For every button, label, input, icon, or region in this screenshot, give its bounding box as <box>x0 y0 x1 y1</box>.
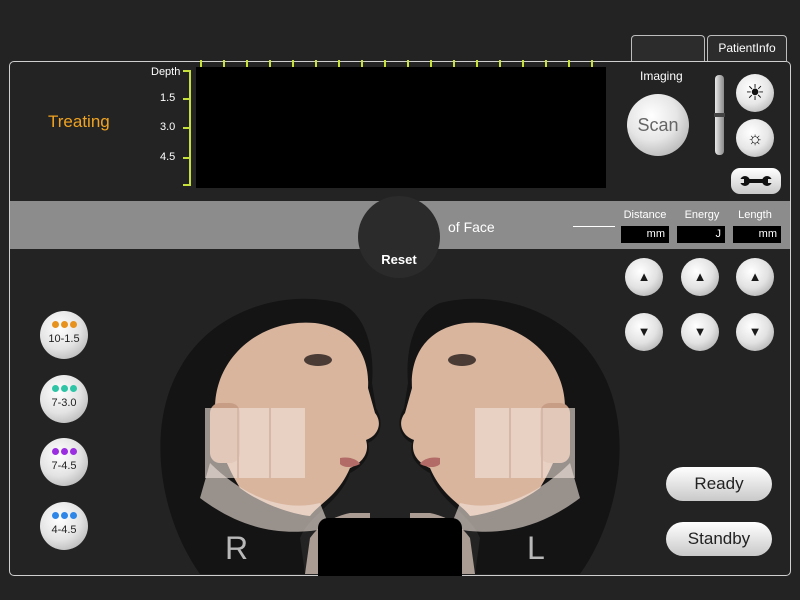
distance-field: mm <box>621 226 669 243</box>
preset-dots <box>40 448 88 457</box>
arrow-up-icon: ▲ <box>637 269 651 284</box>
reset-label: Reset <box>381 252 417 267</box>
band-divider <box>573 226 615 227</box>
imaging-label: Imaging <box>640 69 683 83</box>
brightness-down-button[interactable]: ☼ <box>736 119 774 157</box>
wrench-icon <box>739 176 773 186</box>
screen-ruler-tick <box>407 60 409 67</box>
depth-tick-label: 3.0 <box>160 121 176 133</box>
arrow-down-icon: ▼ <box>748 324 762 339</box>
screen-ruler-tick <box>476 60 478 67</box>
settings-button[interactable] <box>731 168 781 194</box>
preset-label: 10-1.5 <box>48 333 80 345</box>
screen-ruler-tick <box>292 60 294 67</box>
right-side-label: R <box>225 530 249 566</box>
screen-ruler-tick <box>246 60 248 67</box>
length-label: Length <box>738 209 772 221</box>
arrow-up-icon: ▲ <box>693 269 707 284</box>
preset-7-3.0-button[interactable]: 7-3.0 <box>40 375 88 423</box>
depth-scale-tick <box>183 70 191 72</box>
energy-up-button[interactable]: ▲ <box>681 258 719 296</box>
screen-ruler-tick <box>430 60 432 67</box>
preset-10-1.5-button[interactable]: 10-1.5 <box>40 311 88 359</box>
treating-status: Treating <box>48 112 110 131</box>
preset-label: 7-3.0 <box>51 397 77 409</box>
depth-scale-tick <box>183 184 191 186</box>
depth-scale-tick <box>183 157 191 159</box>
preset-dots <box>40 321 88 330</box>
ready-button[interactable]: Ready <box>666 467 772 501</box>
tab-blank[interactable] <box>631 35 705 61</box>
tab-patient-info[interactable]: PatientInfo <box>707 35 787 61</box>
arrow-down-icon: ▼ <box>693 324 707 339</box>
screen-ruler-tick <box>591 60 593 67</box>
preset-dots <box>40 512 88 521</box>
arrow-up-icon: ▲ <box>748 269 762 284</box>
screen-ruler-tick <box>453 60 455 67</box>
depth-scale-tick <box>183 98 191 100</box>
imaging-screen <box>196 67 606 188</box>
brightness-up-button[interactable]: ☀ <box>736 74 774 112</box>
preset-label: 4-4.5 <box>51 524 77 536</box>
length-up-button[interactable]: ▲ <box>736 258 774 296</box>
sun-large-icon: ☀ <box>745 80 765 105</box>
preset-4-4.5-button[interactable]: 4-4.5 <box>40 502 88 550</box>
depth-tick-label: 1.5 <box>160 92 176 104</box>
length-down-button[interactable]: ▼ <box>736 313 774 351</box>
preset-dots <box>40 385 88 394</box>
scan-button[interactable]: Scan <box>627 94 689 156</box>
depth-scale-title: Depth <box>151 66 181 78</box>
energy-down-button[interactable]: ▼ <box>681 313 719 351</box>
depth-tick-label: 4.5 <box>160 151 176 163</box>
left-side-label: L <box>527 530 545 566</box>
length-field: mm <box>733 226 781 243</box>
screen-ruler-tick <box>384 60 386 67</box>
sun-small-icon: ☼ <box>746 128 764 148</box>
screen-ruler-tick <box>200 60 202 67</box>
energy-field: J <box>677 226 725 243</box>
energy-label: Energy <box>684 209 720 221</box>
face-region-label: of Face <box>448 219 495 235</box>
screen-ruler-tick <box>568 60 570 67</box>
preset-7-4.5-button[interactable]: 7-4.5 <box>40 438 88 486</box>
neck-gap <box>318 518 462 576</box>
screen-ruler-tick <box>499 60 501 67</box>
distance-label: Distance <box>623 209 667 221</box>
screen-ruler-tick <box>545 60 547 67</box>
screen-ruler-tick <box>361 60 363 67</box>
screen-ruler-tick <box>223 60 225 67</box>
screen-ruler-tick <box>338 60 340 67</box>
preset-label: 7-4.5 <box>51 460 77 472</box>
depth-scale-tick <box>183 127 191 129</box>
screen-ruler-tick <box>315 60 317 67</box>
screen-ruler-tick <box>269 60 271 67</box>
screen-ruler-tick <box>522 60 524 67</box>
standby-button[interactable]: Standby <box>666 522 772 556</box>
brightness-slider-thumb[interactable] <box>714 113 725 117</box>
